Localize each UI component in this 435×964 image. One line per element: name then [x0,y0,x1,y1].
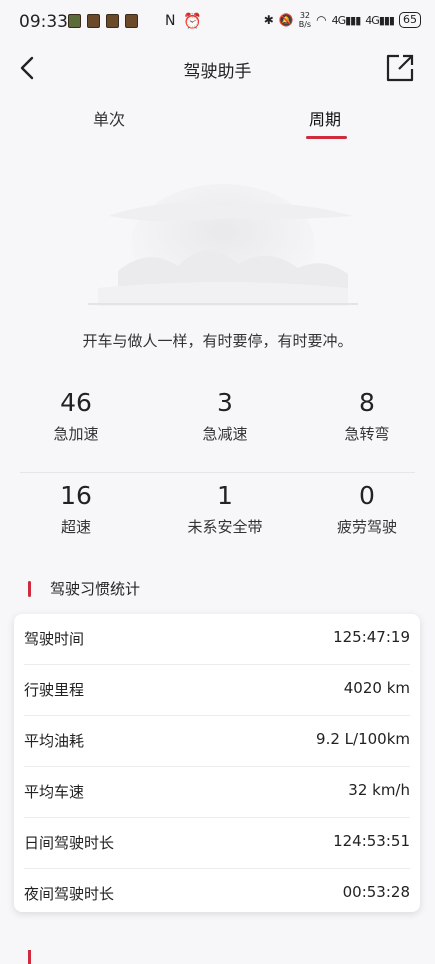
tab-bar: 单次 周期 [0,100,435,144]
share-icon[interactable] [385,53,415,83]
active-tab-indicator [306,136,347,139]
section-heading: 驾驶习惯统计 [28,578,140,599]
tab-period[interactable]: 周期 [309,106,341,130]
section-title: 驾驶习惯统计 [50,580,141,598]
app-notification-icon [87,14,100,28]
habits-card: 驾驶时间 125:47:19 行驶里程 4020 km 平均油耗 9.2 L/1… [14,614,420,912]
list-item: 日间驾驶时长 124:53:51 [24,818,410,869]
next-section-heading [28,950,31,964]
section-accent-bar [28,580,31,597]
stat-rapid-accel: 46 急加速 [53,388,99,443]
status-right: ✱ 🔕 32 B/s ◠ 4G▮▮▮ 4G▮▮▮ 65 [264,11,421,29]
list-item: 平均车速 32 km/h [24,767,410,818]
nav-bar: 驾驶助手 [0,44,435,92]
page-title: 驾驶助手 [183,62,252,82]
signal-icon: 4G▮▮▮ [331,13,362,27]
list-item: 夜间驾驶时长 00:53:28 [24,883,410,903]
list-item: 行驶里程 4020 km [24,665,410,716]
app-notification-icon [106,14,119,28]
motto-text: 开车与做人一样，有时要停，有时要冲。 [82,332,353,350]
stat-speeding: 16 超速 [60,481,92,536]
list-item: 驾驶时间 125:47:19 [24,614,410,665]
landscape-illustration [88,184,358,306]
stat-no-seatbelt: 1 未系安全带 [187,481,263,536]
nfc-icon: Ν [165,13,176,29]
app-notification-icon [68,14,81,28]
signal-icon: 4G▮▮▮ [365,13,395,27]
stats-row: 16 超速 1 未系安全带 0 疲劳驾驶 [20,473,415,565]
section-accent-bar [28,950,31,964]
alarm-icon: ⏰ [183,12,202,30]
event-stats: 46 急加速 3 急减速 8 急转弯 16 超速 1 未系安全带 0 疲劳驾驶 [20,380,415,565]
status-time: 09:33 [19,12,68,32]
mute-icon: 🔕 [278,13,294,27]
stat-rapid-decel: 3 急减速 [202,388,248,443]
stat-sharp-turn: 8 急转弯 [344,388,390,443]
bluetooth-icon: ✱ [263,13,274,27]
network-speed: 32 B/s [298,11,312,29]
battery-icon: 65 [399,12,421,28]
stats-row: 46 急加速 3 急减速 8 急转弯 [20,380,415,473]
tab-single[interactable]: 单次 [93,106,125,130]
stat-fatigue: 0 疲劳驾驶 [336,481,397,536]
status-bar: 09:33 Ν ⏰ ✱ 🔕 32 B/s ◠ 4G▮▮▮ 4G▮▮▮ 65 [0,0,435,44]
app-notification-icon [125,14,138,28]
list-item: 平均油耗 9.2 L/100km [24,716,410,767]
notification-icons [68,14,138,28]
wifi-icon: ◠ [316,13,327,27]
